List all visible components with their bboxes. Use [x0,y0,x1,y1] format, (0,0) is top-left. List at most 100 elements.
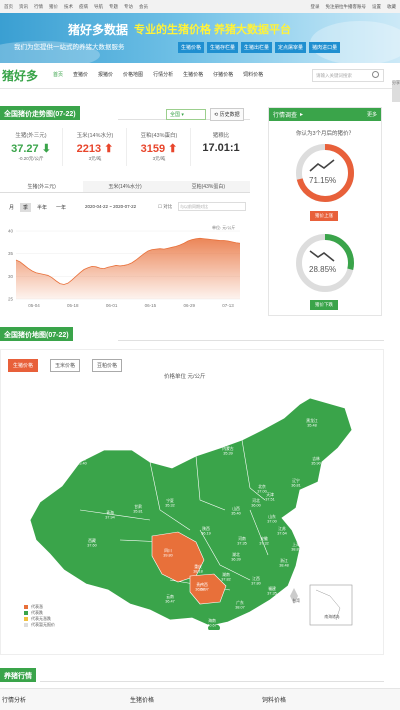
tab-corn[interactable]: 玉米(14%水分) [83,181,166,192]
province-name: 海南 [208,618,216,623]
map-pig-price-button[interactable]: 生猪价格 [8,359,39,372]
tab-pig[interactable]: 生猪(外三元) [0,181,84,192]
nav-item[interactable]: 饲料价格 [238,71,268,78]
map-corn-price-button[interactable]: 玉米价格 [50,359,81,372]
province-name: 南海诸岛 [324,614,339,619]
top-link[interactable]: 技术 [64,4,73,9]
top-right-link[interactable]: 设置 [372,4,381,10]
quick-link[interactable]: 猪肉进口量 [309,42,341,53]
poll-gauges [296,144,354,292]
market-section-title: 养猪行情 [0,668,36,682]
stat-corn[interactable]: 玉米(14%水分) 2213 ⬆ 3元/吨 [64,128,127,166]
nav-item[interactable]: 仔猪价格 [208,71,238,78]
province-price: 37.32 [259,542,269,546]
site-logo[interactable]: 猪好多 [2,67,38,84]
period-buttons: 月 季 半年 一年 [6,203,69,212]
province-price: 37.94 [105,516,115,520]
province-price: 37.80 [251,582,261,586]
quick-link[interactable]: 生猪价格 [178,42,205,53]
x-tick-label: 06-01 [106,303,118,308]
nav-item[interactable]: 行情分析 [148,71,178,78]
nav-item[interactable]: 生猪价格 [178,71,208,78]
top-link[interactable]: 疫病 [79,4,88,9]
province-name: 广东 [236,600,244,605]
poll-more-link[interactable]: 更多 [367,111,377,118]
province-name: 山东 [268,514,276,519]
top-link[interactable]: 专访 [124,4,133,9]
province-price: 35.32 [165,504,175,508]
y-tick-label: 40 [8,229,14,234]
province-name: 西藏 [88,538,96,543]
top-link[interactable]: 猪价 [49,4,58,9]
province-name: 吉林 [312,456,320,461]
top-link[interactable]: 资讯 [19,4,28,9]
period-half-year[interactable]: 半年 [34,203,50,212]
top-right-link[interactable]: 收藏 [387,4,396,10]
quick-link[interactable]: 生猪存栏量 [207,42,239,53]
nav-item[interactable]: 查猪价 [68,71,93,78]
province-price: 37.51 [265,498,275,502]
province-price: 36.39 [231,558,241,562]
region-select[interactable]: 全国 ▾ [166,109,206,120]
col-feed-price[interactable]: 饲料价格 [262,695,286,704]
compare-checkbox[interactable]: ☐ 对比 [158,204,172,210]
compare-input[interactable]: 与以前同期对比 [178,202,246,211]
province-price: 37.60 [87,544,97,548]
nav-item[interactable]: 价格地图 [118,71,148,78]
poll-header: 行情调查 ▸ 更多 [269,108,381,121]
top-link[interactable]: 行情 [34,4,43,9]
stat-value-text: 2213 [76,143,102,155]
province-name: 河北 [252,498,260,503]
col-pig-price[interactable]: 生猪价格 [130,695,154,704]
legend-none: 代表暂无报价 [24,622,55,628]
province-name: 陕西 [202,526,210,531]
province-name: 广西 [200,582,208,587]
price-trend-chart[interactable]: 25 30 35 40 05-04 05-18 06-01 06-15 06-29 07-13 [0,225,250,315]
col-market-analysis[interactable]: 行情分析 [2,695,26,704]
province-price: 38.07 [235,606,245,610]
top-right-link[interactable]: 登录 [311,4,320,10]
province-price: 37.64 [277,532,287,536]
date-range[interactable]: 2020-04-22 ~ 2020-07-22 [85,204,136,209]
map-unit-title: 价格单位 元/公斤 [164,374,206,380]
search-icon[interactable] [372,71,379,78]
top-link[interactable]: 导航 [94,4,103,9]
share-side-tab[interactable]: 分享 [392,80,400,102]
history-data-button[interactable]: ⟲ 历史数据 [210,108,244,121]
province-price: 35.90 [311,462,321,466]
period-year[interactable]: 一年 [53,203,69,212]
region-select-value: 全国 [170,112,181,118]
stat-pig-grain-ratio[interactable]: 猪粮比 17.01:1 [192,128,250,166]
period-month[interactable]: 月 [6,203,17,212]
arrow-up-icon: ⬆ [104,143,114,155]
province-price: 40.67 [207,624,217,628]
quick-link[interactable]: 定点屠宰量 [275,42,307,53]
legend-flat-swatch [24,616,28,621]
stat-label: 生猪(外三元) [15,133,47,139]
x-tick-label: 06-29 [183,303,195,308]
province-name: 浙江 [280,558,288,563]
stat-pig[interactable]: 生猪(外三元) 37.27 ⬇ -0.20元/公斤 [0,128,63,166]
china-price-map[interactable]: 黑龙江35.48吉林35.90辽宁36.81内蒙古35.39新疆33.40甘肃3… [0,390,384,630]
nav-item[interactable]: 首页 [48,71,68,78]
province-price: 36.81 [291,484,301,488]
tab-soymeal[interactable]: 豆粕(43%蛋白) [167,181,250,192]
quick-link[interactable]: 生猪出栏量 [241,42,273,53]
province-name: 甘肃 [134,504,142,509]
top-link[interactable]: 专题 [109,4,118,9]
nav-item[interactable]: 报猪价 [93,71,118,78]
stat-label: 豆粕(43%蛋白) [140,133,178,139]
vote-down-button[interactable]: 猪价下跌 [310,300,338,310]
province-price: 37.82 [221,578,231,582]
map-soymeal-price-button[interactable]: 豆粕价格 [92,359,123,372]
top-link[interactable]: 会员 [139,4,148,9]
province-price: 36.19 [201,532,211,536]
top-link[interactable]: 首页 [4,4,13,9]
province-price: 38.48 [279,564,289,568]
poll-title-arrow-icon: ▸ [300,112,304,118]
nav-divider [0,88,400,89]
period-quarter[interactable]: 季 [20,203,32,212]
vote-up-button[interactable]: 猪价上涨 [310,211,338,221]
top-right-link[interactable]: 免注册拉牛播客账号 [326,4,367,10]
stat-soymeal[interactable]: 豆粕(43%蛋白) 3159 ⬆ 3元/吨 [128,128,191,166]
